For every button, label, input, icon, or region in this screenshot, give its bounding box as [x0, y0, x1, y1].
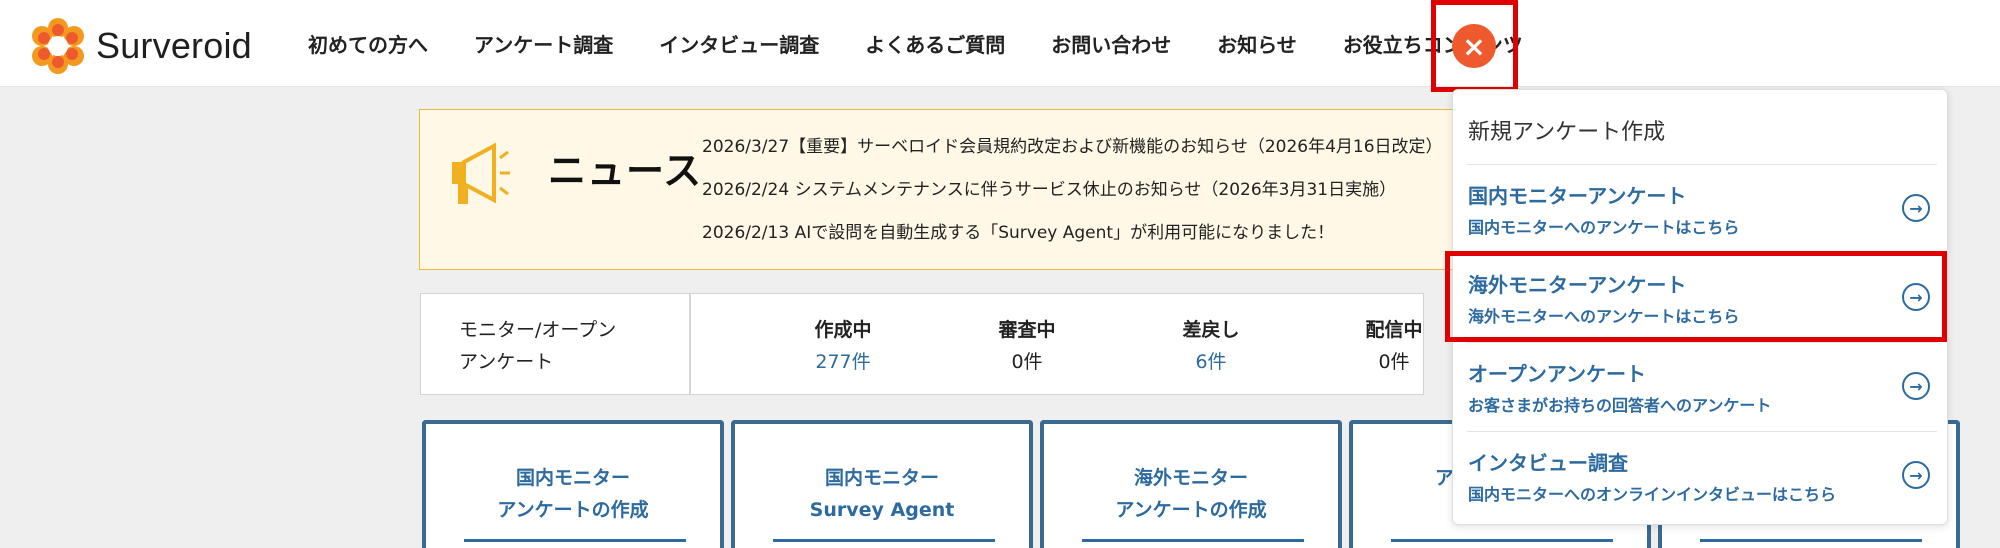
dropdown-item-domestic-monitor[interactable]: 国内モニターアンケート 国内モニターへのアンケートはこちら →	[1468, 172, 1936, 246]
dropdown-heading: 新規アンケート作成	[1468, 120, 1666, 145]
nav-item-interview[interactable]: インタビュー調査	[659, 29, 819, 58]
close-button-highlight	[1431, 0, 1518, 92]
stat-creating[interactable]: 作成中 277件	[783, 314, 903, 378]
stat-reviewing: 審査中 0件	[998, 319, 1056, 373]
card-overseas-survey[interactable]: 海外モニター アンケートの作成	[1040, 420, 1342, 548]
nav-item-survey[interactable]: アンケート調査	[474, 29, 613, 58]
logo-text: Surveroid	[96, 25, 252, 66]
divider	[1467, 164, 1937, 165]
overseas-item-highlight	[1445, 251, 1947, 342]
survey-status-summary: モニター/オープン アンケート 作成中 277件 審査中 0件 差戻し 6件 配…	[420, 293, 1424, 395]
card-underline	[773, 539, 995, 542]
card-underline	[1082, 539, 1304, 542]
news-title: ニュース	[548, 149, 703, 193]
site-header: Surveroid 初めての方へ アンケート調査 インタビュー調査 よくあるご質…	[0, 0, 2000, 87]
nav-item-faq[interactable]: よくあるご質問	[865, 29, 1005, 58]
card-domestic-survey[interactable]: 国内モニター アンケートの作成	[422, 420, 724, 548]
stats-label: モニター/オープン アンケート	[421, 294, 691, 394]
dropdown-item-open-survey[interactable]: オープンアンケート お客さまがお持ちの回答者へのアンケート →	[1468, 350, 1936, 424]
card-domestic-survey-agent[interactable]: 国内モニター Survey Agent	[731, 420, 1033, 548]
divider	[1467, 431, 1937, 432]
logo[interactable]: Surveroid	[28, 16, 252, 76]
dropdown-item-interview[interactable]: インタビュー調査 国内モニターへのオンラインインタビューはこちら →	[1468, 439, 1936, 513]
stat-returned[interactable]: 差戻し 6件	[1151, 314, 1271, 378]
stat-delivering: 配信中 0件	[1365, 319, 1423, 373]
news-item[interactable]: 2026/2/24 システムメンテナンスに伴うサービス休止のお知らせ（2026年…	[702, 177, 1443, 220]
nav-item-beginners[interactable]: 初めての方へ	[308, 29, 428, 58]
news-item[interactable]: 2026/2/13 AIで設問を自動生成する「Survey Agent」が利用可…	[702, 220, 1443, 263]
logo-icon	[32, 18, 84, 74]
divider	[1467, 342, 1937, 343]
main-nav: 初めての方へ アンケート調査 インタビュー調査 よくあるご質問 お問い合わせ お…	[308, 0, 1523, 87]
news-list: 2026/3/27【重要】サーベロイド会員規約改定および新機能のお知らせ（202…	[702, 134, 1443, 263]
news-item[interactable]: 2026/3/27【重要】サーベロイド会員規約改定および新機能のお知らせ（202…	[702, 134, 1443, 177]
arrow-right-circle-icon: →	[1902, 372, 1930, 400]
card-underline	[464, 539, 686, 542]
card-underline	[1700, 539, 1922, 542]
arrow-right-circle-icon: →	[1902, 194, 1930, 222]
megaphone-icon	[452, 142, 510, 204]
arrow-right-circle-icon: →	[1902, 461, 1930, 489]
nav-item-news[interactable]: お知らせ	[1217, 29, 1297, 58]
news-panel: ニュース 2026/3/27【重要】サーベロイド会員規約改定および新機能のお知ら…	[419, 109, 1519, 270]
card-underline	[1391, 539, 1613, 542]
nav-item-contact[interactable]: お問い合わせ	[1051, 29, 1171, 58]
